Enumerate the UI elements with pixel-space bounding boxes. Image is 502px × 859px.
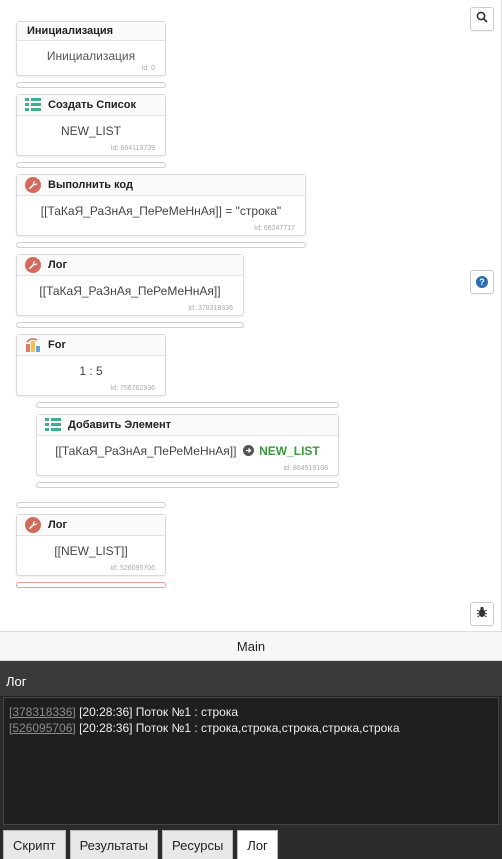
arrow-right-icon — [242, 445, 254, 456]
connector[interactable] — [16, 82, 166, 88]
connector[interactable] — [16, 502, 166, 508]
block-execute-code[interactable]: Выполнить код [[ТаКаЯ_РаЗнАя_ПеРеМеНнАя]… — [16, 174, 306, 236]
help-button[interactable]: ? — [470, 270, 494, 294]
search-button[interactable] — [470, 7, 494, 31]
wrench-icon — [25, 517, 41, 533]
tab-log[interactable]: Лог — [237, 830, 278, 859]
block-id: Id: 884519108 — [283, 465, 328, 472]
block-body: [[ТаКаЯ_РаЗнАя_ПеРеМеНнАя]] — [39, 284, 221, 298]
connector[interactable] — [16, 242, 306, 248]
wrench-icon — [25, 177, 41, 193]
block-initialization[interactable]: Инициализация Инициализация Id: 0 — [16, 21, 166, 76]
block-add-element[interactable]: Добавить Элемент [[ТаКаЯ_РаЗнАя_ПеРеМеНн… — [36, 414, 339, 476]
list-icon — [25, 97, 41, 113]
connector[interactable] — [16, 322, 244, 328]
tab-resources[interactable]: Ресурсы — [162, 830, 234, 859]
block-id: Id: 378318336 — [188, 305, 233, 312]
block-log[interactable]: Лог [[ТаКаЯ_РаЗнАя_ПеРеМеНнАя]] Id: 3783… — [16, 254, 244, 316]
list-icon — [45, 417, 61, 433]
tab-script[interactable]: Скрипт — [3, 830, 66, 859]
connector[interactable] — [36, 402, 339, 408]
block-create-list[interactable]: Создать Список NEW_LIST Id: 664113739 — [16, 94, 166, 156]
block-id: Id: 664113739 — [110, 145, 155, 152]
connector[interactable] — [36, 482, 339, 488]
log-line-id-link[interactable]: [378318336] — [9, 705, 76, 719]
block-id: Id: 526095706 — [110, 565, 155, 572]
block-body: [[NEW_LIST]] — [54, 544, 128, 558]
block-id: Id: 66247717 — [254, 225, 295, 232]
block-body: Инициализация — [46, 49, 136, 63]
connector-end[interactable] — [16, 582, 166, 588]
block-for-loop[interactable]: For 1 : 5 Id: 756762936 — [16, 334, 166, 396]
connector[interactable] — [16, 162, 166, 168]
loop-icon — [25, 337, 41, 353]
log-line: [378318336] [20:28:36] Поток №1 : строка — [9, 704, 493, 720]
log-line-text: [20:28:36] Поток №1 : строка — [79, 705, 239, 719]
debug-button[interactable] — [470, 602, 494, 626]
block-title: Инициализация — [17, 22, 165, 41]
search-icon — [476, 10, 488, 28]
block-id: Id: 756762936 — [110, 385, 155, 392]
bottom-tabs: Скрипт Результаты Ресурсы Лог — [0, 826, 502, 859]
wrench-icon — [25, 257, 41, 273]
app-window: Инициализация Инициализация Id: 0 Создат… — [0, 0, 502, 859]
block-title: Лог — [48, 519, 68, 531]
log-panel-title: Лог — [0, 661, 502, 697]
block-body-variable: [[ТаКаЯ_РаЗнАя_ПеРеМеНнАя]] — [55, 444, 237, 458]
log-line-id-link[interactable]: [526095706] — [9, 721, 76, 735]
block-body-target: NEW_LIST — [259, 444, 320, 458]
block-title: Создать Список — [48, 99, 136, 111]
block-title: Выполнить код — [48, 179, 133, 191]
bug-icon — [476, 605, 488, 623]
question-icon: ? — [476, 276, 488, 288]
log-line: [526095706] [20:28:36] Поток №1 : строка… — [9, 720, 493, 736]
log-line-text: [20:28:36] Поток №1 : строка,строка,стро… — [79, 721, 400, 735]
log-output[interactable]: [378318336] [20:28:36] Поток №1 : строка… — [3, 697, 499, 825]
script-canvas[interactable]: Инициализация Инициализация Id: 0 Создат… — [0, 0, 502, 630]
block-id: Id: 0 — [141, 65, 155, 72]
block-title: For — [48, 339, 66, 351]
tab-results[interactable]: Результаты — [69, 830, 159, 859]
block-log-2[interactable]: Лог [[NEW_LIST]] Id: 526095706 — [16, 514, 166, 576]
block-title: Лог — [48, 259, 68, 271]
block-body: NEW_LIST — [60, 124, 121, 138]
block-body: [[ТаКаЯ_РаЗнАя_ПеРеМеНнАя]] = "строка" — [40, 204, 282, 218]
block-body: 1 : 5 — [79, 364, 103, 378]
block-title: Добавить Элемент — [68, 419, 171, 431]
function-name-label[interactable]: Main — [0, 631, 502, 661]
